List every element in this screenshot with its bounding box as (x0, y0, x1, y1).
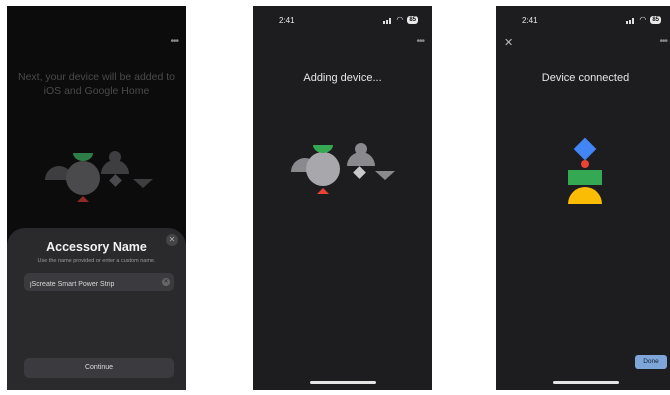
wifi-icon: ◠ (639, 15, 647, 24)
accessory-name-sheet: ✕ Accessory Name Use the name provided o… (7, 228, 186, 390)
device-connected-title: Device connected (541, 72, 630, 84)
battery-icon: 85 (650, 15, 661, 24)
setup-title-line2: iOS and Google Home (43, 85, 150, 97)
status-bar: 2:41 ◠ 85 (253, 14, 432, 28)
shape-red-triangle (317, 188, 329, 194)
shape-big-circle (66, 161, 100, 195)
shape-small-circle (109, 151, 121, 163)
accessory-name-input[interactable] (24, 275, 160, 294)
accessory-name-field[interactable]: ✕ (24, 273, 174, 294)
shape-small-circle (355, 143, 367, 155)
home-indicator[interactable] (309, 381, 376, 384)
device-shapes-illustration (291, 143, 395, 194)
wifi-icon: ◠ (396, 15, 404, 24)
shape-big-circle (306, 152, 340, 186)
phone-screen-adding-device: 2:41 ◠ 85 ••• Adding device... (253, 6, 432, 390)
status-time: 2:41 (522, 16, 538, 25)
done-button[interactable]: Done (635, 355, 667, 369)
shape-blue-diamond (573, 137, 597, 161)
signal-icon (383, 15, 392, 24)
adding-device-title: Adding device... (303, 72, 382, 84)
shape-red-dot (581, 160, 589, 168)
battery-icon: 85 (407, 15, 418, 24)
more-options-icon[interactable]: ••• (170, 36, 178, 47)
continue-button[interactable]: Continue (24, 358, 174, 378)
shape-diamond (353, 166, 366, 179)
clear-icon[interactable]: ✕ (162, 278, 170, 286)
shape-green-cap (73, 153, 93, 161)
shape-green-bar (568, 170, 602, 185)
setup-title: Next, your device will be added to iOS a… (7, 70, 186, 98)
home-indicator[interactable] (552, 381, 619, 384)
status-bar: 2:41 ◠ 85 (496, 14, 670, 28)
setup-title-line1: Next, your device will be added to (17, 71, 175, 83)
sheet-subtitle: Use the name provided or enter a custom … (37, 258, 156, 264)
more-options-icon[interactable]: ••• (416, 36, 424, 47)
signal-icon (626, 15, 635, 24)
close-icon[interactable]: ✕ (504, 36, 513, 49)
stacked-shapes-illustration (568, 137, 602, 204)
shape-yellow-half-circle (568, 187, 602, 204)
phone-screen-accessory-name: ••• Next, your device will be added to i… (7, 6, 186, 390)
more-options-icon[interactable]: ••• (659, 36, 667, 47)
shape-down-triangle (133, 179, 153, 188)
phone-screen-device-connected: 2:41 ◠ 85 ✕ ••• Device connected Done (496, 6, 670, 390)
device-shapes-illustration (45, 151, 153, 202)
status-time: 2:41 (279, 16, 295, 25)
shape-down-triangle (375, 171, 395, 180)
shape-red-triangle (77, 196, 89, 202)
shape-green-cap (313, 145, 333, 153)
sheet-title: Accessory Name (46, 240, 147, 254)
shape-diamond (109, 174, 122, 187)
